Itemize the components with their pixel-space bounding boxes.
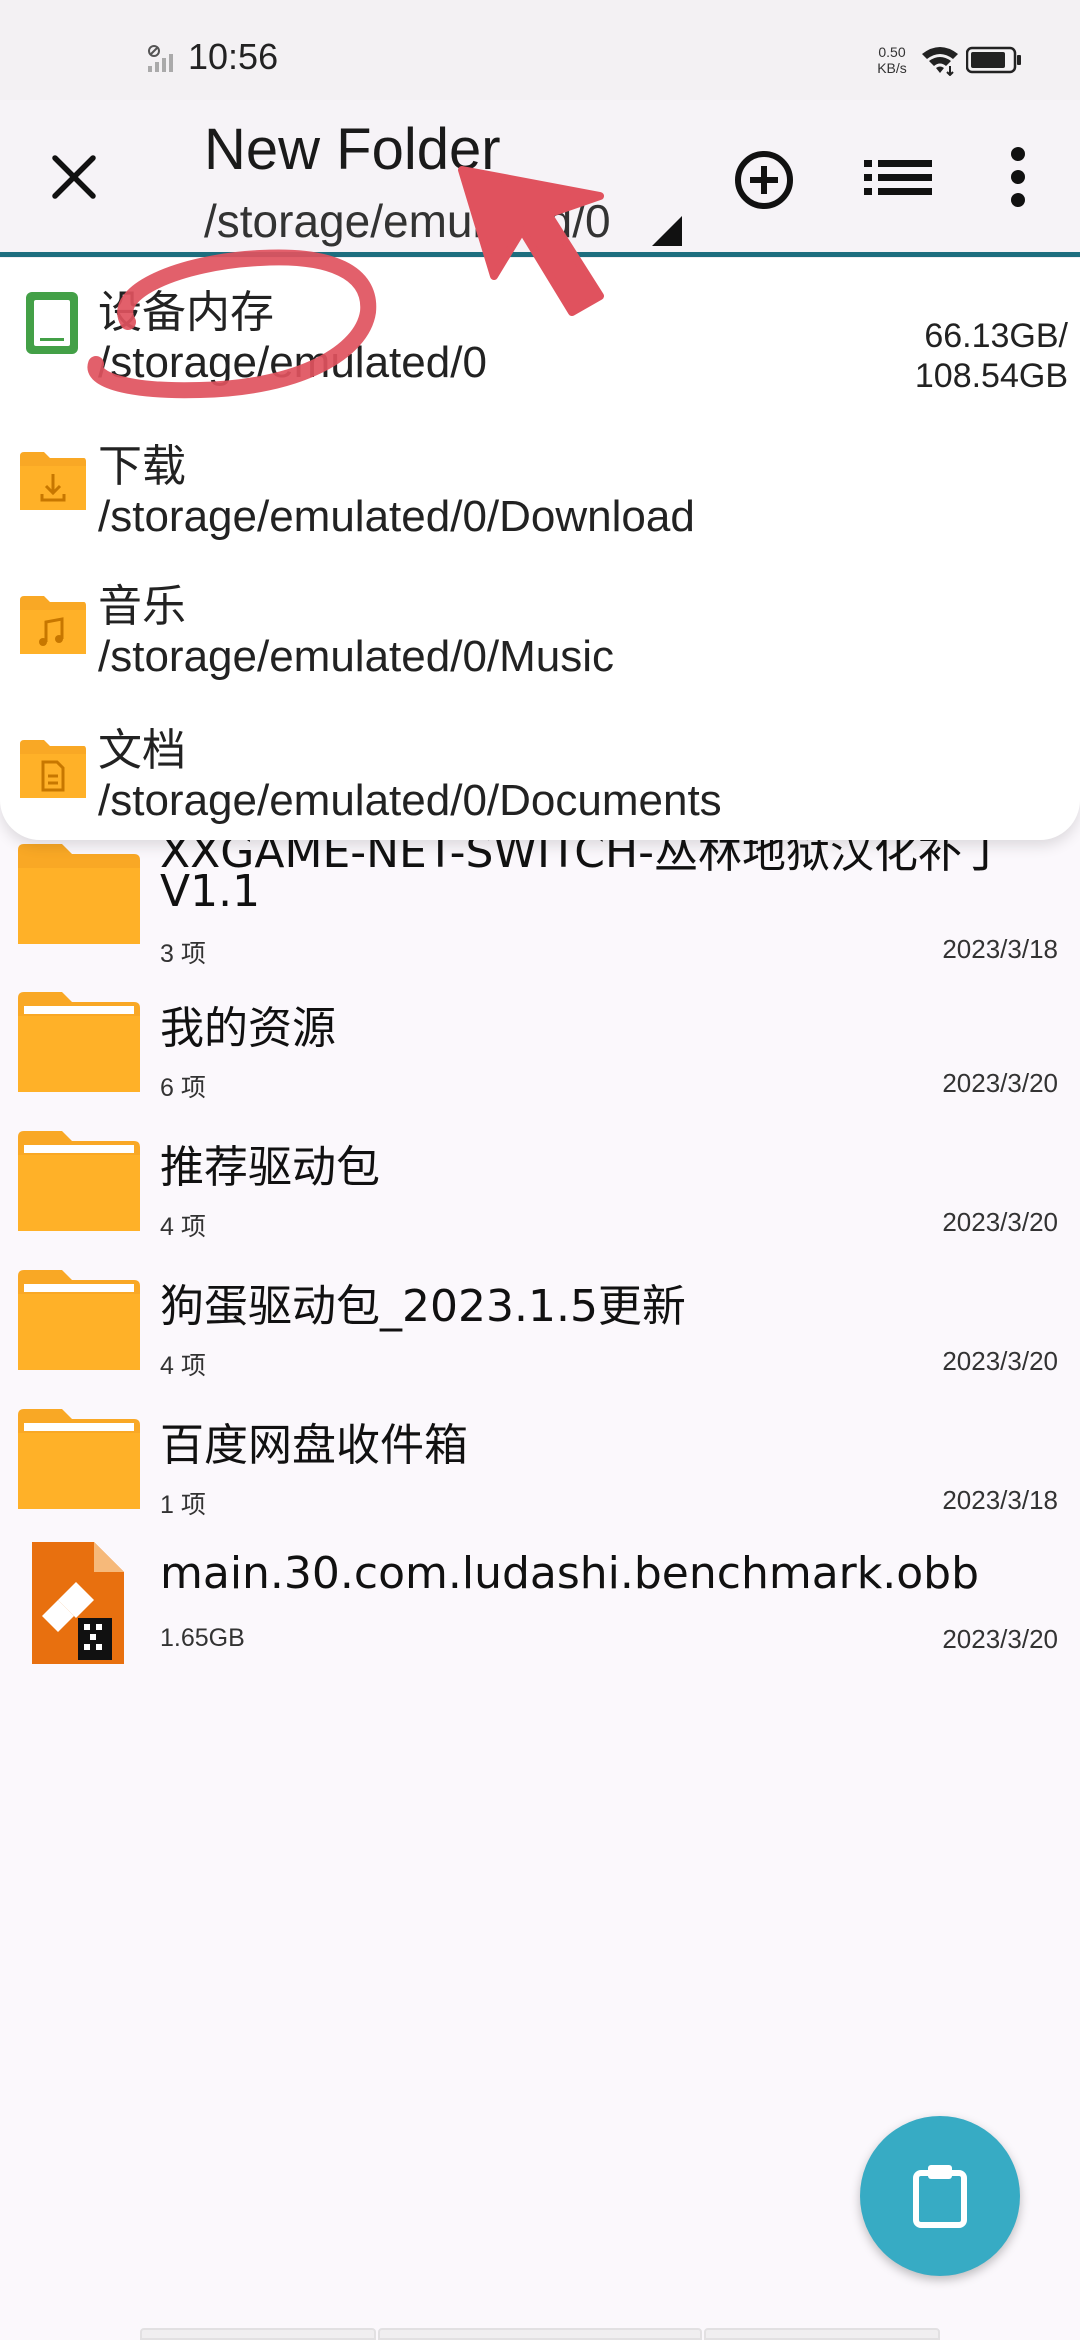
dropdown-item-download[interactable]: 下载 /storage/emulated/0/Download [0, 412, 1080, 556]
bottom-tab[interactable] [140, 2328, 376, 2340]
folder-icon [18, 992, 140, 1092]
archive-file-icon [32, 1542, 124, 1664]
file-date: 2023/3/20 [942, 1346, 1058, 1376]
more-options-icon[interactable] [1000, 140, 1036, 220]
clipboard-icon [913, 2165, 967, 2228]
storage-icon [26, 292, 78, 354]
file-date: 2023/3/20 [942, 1624, 1058, 1654]
file-name-line2: V1.1 [160, 866, 261, 917]
folder-icon [18, 1131, 140, 1231]
battery-icon [966, 46, 1021, 74]
dropdown-item-path: /storage/emulated/0/Download [98, 492, 695, 541]
list-item[interactable]: 百度网盘收件箱 1 项 2023/3/18 [0, 1399, 1080, 1538]
music-folder-icon [20, 596, 86, 654]
no-signal-icon [148, 45, 173, 72]
storage-dropdown: 设备内存 /storage/emulated/0 66.13GB/ 108.54… [0, 258, 1080, 840]
list-view-icon[interactable] [864, 148, 932, 208]
file-date: 2023/3/20 [942, 1207, 1058, 1237]
file-date: 2023/3/18 [942, 1485, 1058, 1515]
dropdown-item-internal-storage[interactable]: 设备内存 /storage/emulated/0 66.13GB/ 108.54… [0, 258, 1080, 402]
folder-icon [18, 1409, 140, 1509]
close-icon [52, 155, 96, 199]
file-name: 推荐驱动包 [160, 1142, 380, 1193]
network-speed-unit: KB/s [877, 60, 907, 76]
status-bar: 10:56 0.50 KB/s [0, 0, 1080, 100]
file-name: 我的资源 [160, 1003, 336, 1054]
file-date: 2023/3/18 [942, 934, 1058, 964]
dropdown-item-documents[interactable]: 文档 /storage/emulated/0/Documents [0, 700, 1080, 844]
download-folder-icon [20, 452, 86, 510]
file-meta: 1 项 [160, 1491, 206, 1519]
dropdown-item-label: 设备内存 [98, 287, 274, 338]
page-title: New Folder [204, 117, 501, 182]
list-item[interactable]: main.30.com.ludashi.benchmark.obb 1.65GB… [0, 1538, 1080, 1677]
documents-folder-icon [20, 740, 86, 798]
network-speed: 0.50 KB/s [868, 44, 916, 76]
dropdown-item-label: 下载 [98, 441, 186, 492]
add-button[interactable] [724, 140, 804, 220]
bottom-tab[interactable] [378, 2328, 702, 2340]
status-time: 10:56 [188, 36, 279, 77]
folder-icon [18, 844, 140, 944]
bottom-tab[interactable] [704, 2328, 940, 2340]
dropdown-item-path: /storage/emulated/0/Documents [98, 776, 722, 825]
file-name: 狗蛋驱动包_2023.1.5更新 [160, 1281, 686, 1332]
dropdown-item-label: 音乐 [98, 581, 186, 632]
dropdown-indicator-icon[interactable] [650, 214, 684, 248]
file-meta: 3 项 [160, 940, 206, 968]
dropdown-item-music[interactable]: 音乐 /storage/emulated/0/Music [0, 556, 1080, 700]
network-speed-value: 0.50 [878, 44, 906, 60]
file-name: main.30.com.ludashi.benchmark.obb [160, 1548, 980, 1599]
folder-icon [18, 1270, 140, 1370]
wifi-icon [922, 47, 958, 76]
app-bar-divider [0, 252, 1080, 257]
dropdown-item-path: /storage/emulated/0/Music [98, 632, 615, 681]
file-meta: 4 项 [160, 1213, 206, 1241]
storage-used: 66.13GB/ [924, 317, 1068, 355]
paste-button[interactable] [860, 2116, 1020, 2276]
file-meta: 1.65GB [160, 1624, 245, 1652]
current-path[interactable]: /storage/emulated/0 [204, 194, 611, 248]
file-date: 2023/3/20 [942, 1068, 1058, 1098]
storage-total: 108.54GB [914, 357, 1068, 395]
list-item[interactable]: 我的资源 6 项 2023/3/20 [0, 982, 1080, 1121]
list-item[interactable]: 狗蛋驱动包_2023.1.5更新 4 项 2023/3/20 [0, 1260, 1080, 1399]
list-item[interactable]: 推荐驱动包 4 项 2023/3/20 [0, 1121, 1080, 1260]
storage-usage: 66.13GB/ 108.54GB [915, 316, 1068, 396]
file-meta: 4 项 [160, 1352, 206, 1380]
file-name: 百度网盘收件箱 [160, 1420, 468, 1471]
dropdown-item-path: /storage/emulated/0 [98, 338, 487, 387]
dropdown-item-label: 文档 [98, 725, 186, 776]
close-button[interactable] [36, 132, 112, 222]
file-meta: 6 项 [160, 1074, 206, 1102]
